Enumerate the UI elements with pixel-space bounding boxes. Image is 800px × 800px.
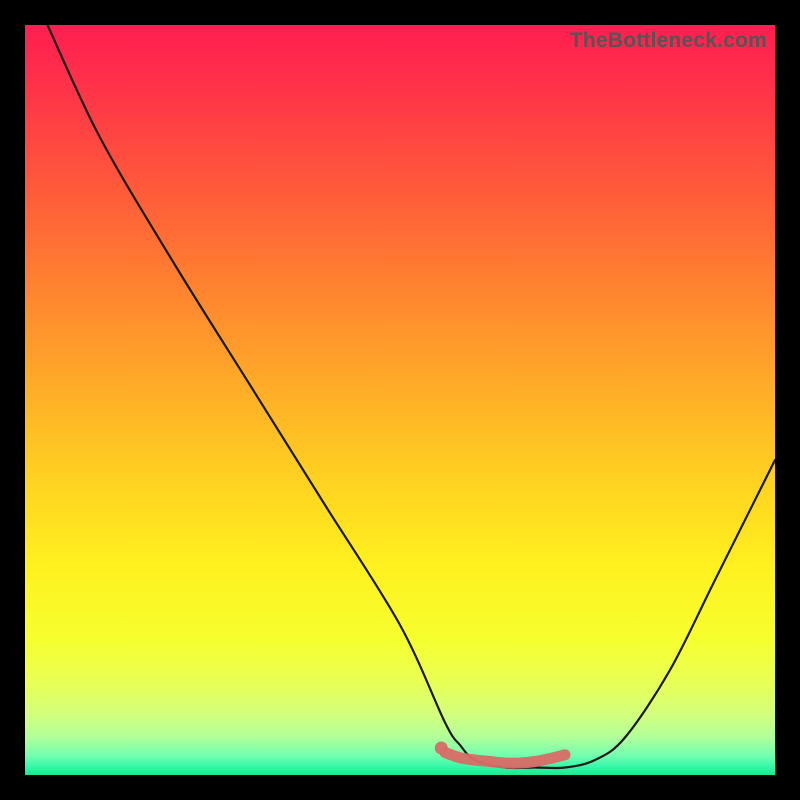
highlight-dot <box>435 742 448 755</box>
highlight-segment <box>445 753 565 764</box>
plot-area <box>25 25 775 775</box>
watermark-text: TheBottleneck.com <box>570 29 767 53</box>
curve-layer <box>25 25 775 775</box>
chart-frame: TheBottleneck.com <box>25 25 775 775</box>
bottleneck-curve <box>48 25 776 768</box>
